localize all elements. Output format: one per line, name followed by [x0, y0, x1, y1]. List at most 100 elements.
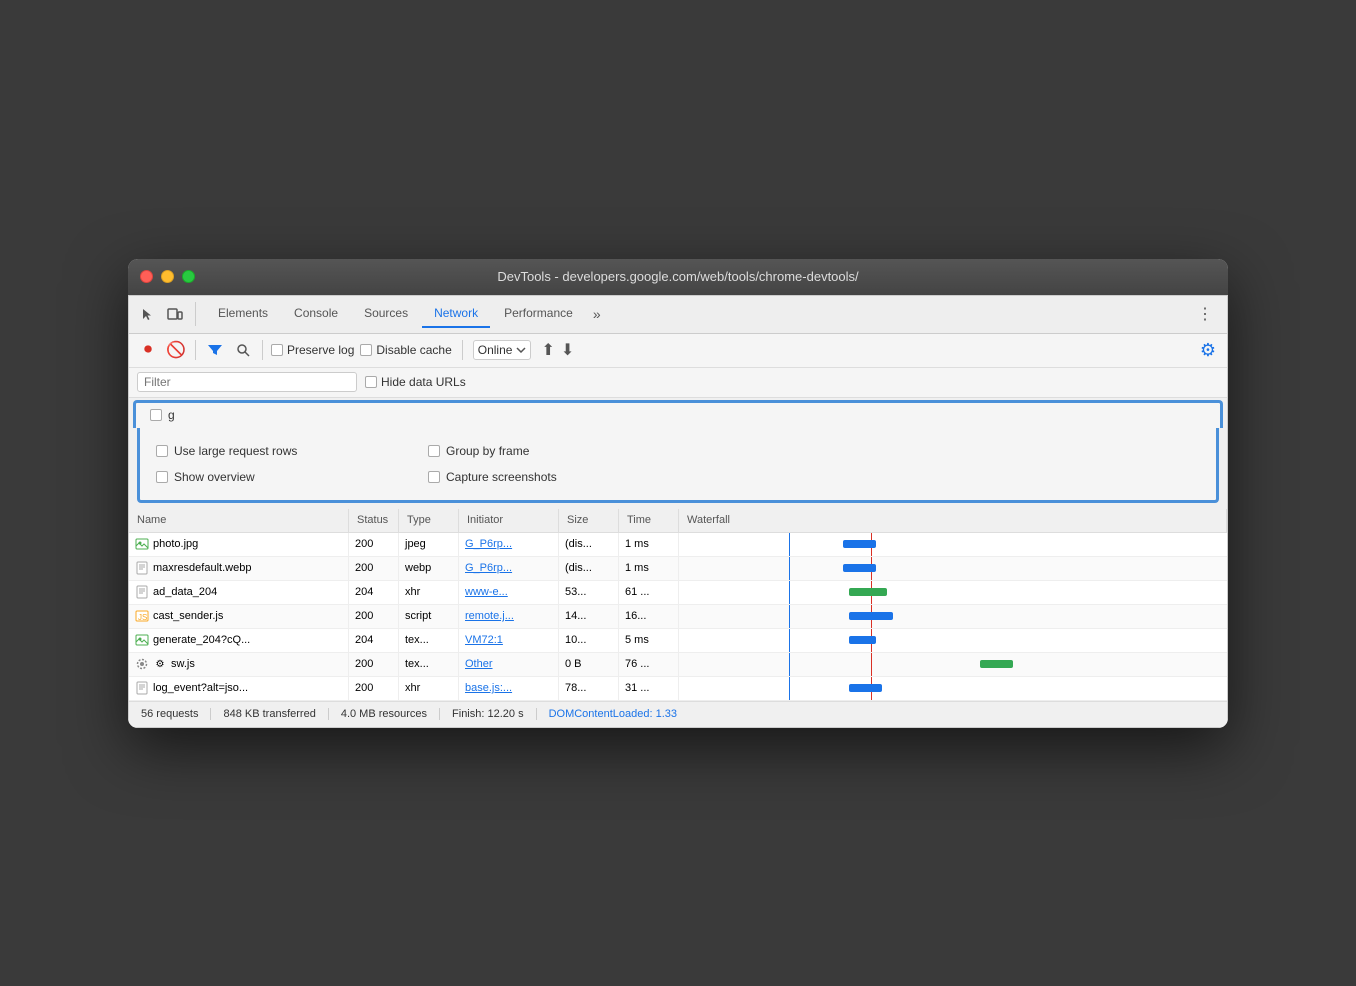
stop-recording-button[interactable]: 🚫 — [165, 339, 187, 361]
search-icon[interactable] — [232, 339, 254, 361]
table-row[interactable]: generate_204?cQ... 204 tex... VM72:1 10.… — [129, 629, 1227, 653]
table-row[interactable]: ⚙ sw.js 200 tex... Other 0 B 76 ... — [129, 653, 1227, 677]
request-bar — [980, 660, 1013, 668]
large-request-rows-checkbox[interactable]: Use large request rows — [156, 444, 416, 458]
col-header-status[interactable]: Status — [349, 509, 399, 532]
gear-icon — [135, 657, 149, 671]
image-icon — [135, 537, 149, 551]
network-table-header: Name Status Type Initiator Size Time Wat… — [129, 509, 1227, 533]
cell-waterfall — [679, 653, 1227, 676]
capture-screenshots-checkbox[interactable]: Capture screenshots — [428, 470, 688, 484]
show-overview-checkbox[interactable]: Show overview — [156, 470, 416, 484]
table-row[interactable]: ad_data_204 204 xhr www-e... 53... 61 ..… — [129, 581, 1227, 605]
cursor-icon[interactable] — [135, 302, 159, 326]
status-requests: 56 requests — [141, 708, 211, 720]
cell-status: 200 — [349, 653, 399, 676]
minimize-button[interactable] — [161, 270, 174, 283]
tab-sources[interactable]: Sources — [352, 300, 420, 328]
disable-cache-checkbox[interactable]: Disable cache — [360, 343, 451, 357]
cell-size: 0 B — [559, 653, 619, 676]
devtools-panel: Elements Console Sources Network Perform… — [128, 295, 1228, 728]
col-header-initiator[interactable]: Initiator — [459, 509, 559, 532]
download-icon[interactable]: ⬇ — [561, 340, 574, 360]
device-toggle-icon[interactable] — [163, 302, 187, 326]
col-header-waterfall[interactable]: Waterfall — [679, 509, 1227, 532]
tab-bar-right: ⋮ — [1189, 300, 1221, 328]
table-row[interactable]: maxresdefault.webp 200 webp G_P6rp... (d… — [129, 557, 1227, 581]
table-row[interactable]: photo.jpg 200 jpeg G_P6rp... (dis... 1 m… — [129, 533, 1227, 557]
document-icon — [135, 585, 149, 599]
cell-waterfall — [679, 605, 1227, 628]
cell-waterfall — [679, 677, 1227, 700]
table-row[interactable]: log_event?alt=jso... 200 xhr base.js:...… — [129, 677, 1227, 701]
cell-size: 53... — [559, 581, 619, 604]
dom-loaded-line — [789, 581, 790, 604]
tab-network[interactable]: Network — [422, 300, 490, 328]
cell-name: ⚙ sw.js — [129, 653, 349, 676]
status-bar: 56 requests 848 KB transferred 4.0 MB re… — [129, 701, 1227, 727]
cell-size: 10... — [559, 629, 619, 652]
cell-time: 1 ms — [619, 557, 679, 580]
settings-panel: Use large request rows Group by frame Sh… — [137, 428, 1219, 503]
cell-waterfall — [679, 581, 1227, 604]
cell-name: ad_data_204 — [129, 581, 349, 604]
upload-icon[interactable]: ⬆ — [541, 340, 554, 360]
tab-bar-icons — [135, 302, 196, 326]
image-icon — [135, 633, 149, 647]
throttle-select[interactable]: Online — [473, 340, 532, 360]
cell-name: JS cast_sender.js — [129, 605, 349, 628]
tab-elements[interactable]: Elements — [206, 300, 280, 328]
maximize-button[interactable] — [182, 270, 195, 283]
cell-size: 78... — [559, 677, 619, 700]
record-button[interactable]: ⏺ — [137, 339, 159, 361]
col-header-type[interactable]: Type — [399, 509, 459, 532]
hide-data-urls-checkbox[interactable]: Hide data URLs — [365, 375, 466, 389]
tab-performance[interactable]: Performance — [492, 300, 585, 328]
cell-status: 200 — [349, 557, 399, 580]
cell-status: 204 — [349, 581, 399, 604]
svg-text:JS: JS — [138, 613, 147, 622]
status-dom-content: DOMContentLoaded: 1.33 — [549, 708, 677, 720]
cell-type: jpeg — [399, 533, 459, 556]
title-bar: DevTools - developers.google.com/web/too… — [128, 259, 1228, 295]
col-header-size[interactable]: Size — [559, 509, 619, 532]
document-icon — [135, 681, 149, 695]
group-by-frame-checkbox[interactable]: Group by frame — [428, 444, 688, 458]
request-bar — [843, 564, 876, 572]
status-finish: Finish: 12.20 s — [440, 708, 537, 720]
preserve-log-checkbox[interactable]: Preserve log — [271, 343, 354, 357]
cell-type: xhr — [399, 581, 459, 604]
dom-loaded-line — [789, 605, 790, 628]
cell-initiator: G_P6rp... — [459, 533, 559, 556]
table-row[interactable]: JS cast_sender.js 200 script remote.j...… — [129, 605, 1227, 629]
col-header-name[interactable]: Name — [129, 509, 349, 532]
close-button[interactable] — [140, 270, 153, 283]
filter-icon[interactable] — [204, 339, 226, 361]
tab-console[interactable]: Console — [282, 300, 350, 328]
cell-status: 204 — [349, 629, 399, 652]
dom-loaded-line — [789, 557, 790, 580]
import-export-group: ⬆ ⬇ — [541, 340, 574, 360]
cell-type: script — [399, 605, 459, 628]
cell-type: tex... — [399, 653, 459, 676]
settings-row-2: Show overview Capture screenshots — [156, 464, 1200, 490]
devtools-window: DevTools - developers.google.com/web/too… — [128, 259, 1228, 728]
cell-type: tex... — [399, 629, 459, 652]
tab-bar: Elements Console Sources Network Perform… — [129, 296, 1227, 334]
col-header-time[interactable]: Time — [619, 509, 679, 532]
cell-type: xhr — [399, 677, 459, 700]
filter-bar: Hide data URLs — [129, 368, 1227, 398]
three-dots-menu[interactable]: ⋮ — [1189, 300, 1221, 328]
cell-size: 14... — [559, 605, 619, 628]
cell-initiator: Other — [459, 653, 559, 676]
more-tabs-button[interactable]: » — [587, 302, 607, 326]
dom-loaded-line — [789, 653, 790, 676]
settings-container: g Use large request rows Group by frame — [129, 398, 1227, 509]
status-resources: 4.0 MB resources — [329, 708, 440, 720]
settings-row-1: Use large request rows Group by frame — [156, 438, 1200, 464]
dom-loaded-line — [789, 533, 790, 556]
toolbar-divider-v — [462, 340, 463, 360]
filter-input[interactable] — [137, 372, 357, 392]
settings-gear-icon[interactable]: ⚙ — [1197, 339, 1219, 361]
dom-loaded-line — [789, 677, 790, 700]
